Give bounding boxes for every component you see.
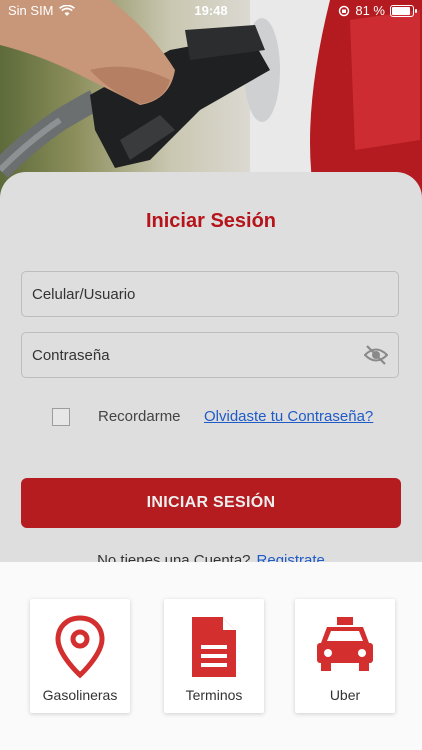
password-input-placeholder: Contraseña bbox=[32, 346, 110, 364]
map-pin-icon bbox=[55, 615, 105, 679]
taxi-icon bbox=[317, 617, 373, 671]
battery-icon bbox=[390, 4, 417, 17]
eye-off-icon[interactable] bbox=[364, 345, 388, 365]
user-input-placeholder: Celular/Usuario bbox=[32, 285, 136, 303]
remember-label: Recordarme bbox=[98, 408, 181, 425]
orientation-lock-icon bbox=[339, 5, 350, 16]
fuel-nozzle-illustration bbox=[0, 0, 422, 200]
hero-image bbox=[0, 0, 422, 200]
document-icon bbox=[192, 617, 236, 677]
menu-tile-gasolineras[interactable]: Gasolineras bbox=[30, 599, 130, 713]
menu-tile-uber[interactable]: Uber bbox=[295, 599, 395, 713]
user-input[interactable]: Celular/Usuario bbox=[21, 271, 399, 317]
remember-checkbox[interactable] bbox=[52, 408, 70, 426]
status-bar: Sin SIM 19:48 81 % bbox=[0, 0, 422, 22]
menu-tile-label: Uber bbox=[329, 687, 361, 703]
page-title: Iniciar Sesión bbox=[145, 210, 277, 232]
forgot-password-link[interactable]: Olvidaste tu Contraseña? bbox=[204, 408, 373, 425]
battery-percent: 81 % bbox=[355, 3, 385, 18]
login-button[interactable]: INICIAR SESIÓN bbox=[21, 478, 401, 528]
menu-tile-label: Terminos bbox=[185, 687, 243, 703]
login-card bbox=[0, 172, 422, 592]
menu-tile-terminos[interactable]: Terminos bbox=[164, 599, 264, 713]
password-input[interactable]: Contraseña bbox=[21, 332, 399, 378]
menu-tile-label: Gasolineras bbox=[42, 687, 118, 703]
